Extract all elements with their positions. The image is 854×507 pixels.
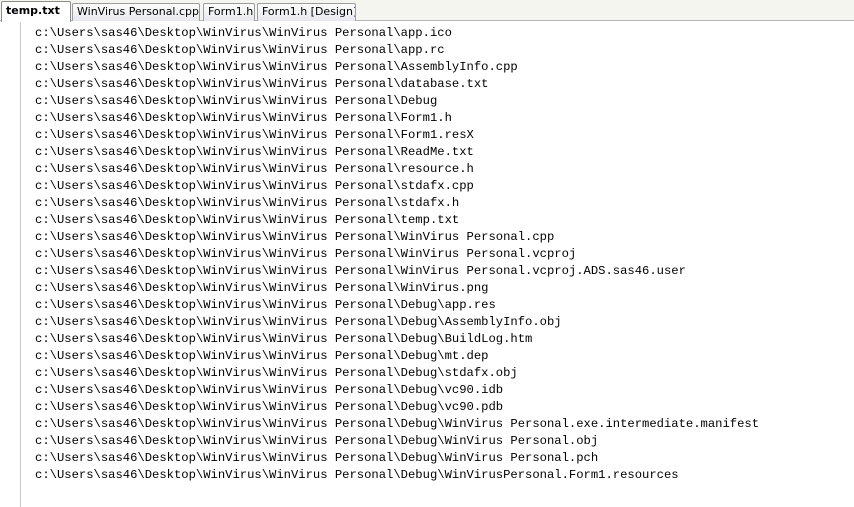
code-line[interactable]: c:\Users\sas46\Desktop\WinVirus\WinVirus… [35,450,854,467]
code-line[interactable]: c:\Users\sas46\Desktop\WinVirus\WinVirus… [35,110,854,127]
code-line[interactable]: c:\Users\sas46\Desktop\WinVirus\WinVirus… [35,331,854,348]
code-line[interactable]: c:\Users\sas46\Desktop\WinVirus\WinVirus… [35,161,854,178]
code-line[interactable]: c:\Users\sas46\Desktop\WinVirus\WinVirus… [35,433,854,450]
editor-gutter [0,21,21,507]
tab-form1-h-design[interactable]: Form1.h [Design] [257,3,356,21]
code-line[interactable]: c:\Users\sas46\Desktop\WinVirus\WinVirus… [35,42,854,59]
code-line[interactable]: c:\Users\sas46\Desktop\WinVirus\WinVirus… [35,382,854,399]
code-line[interactable]: c:\Users\sas46\Desktop\WinVirus\WinVirus… [35,365,854,382]
code-line[interactable]: c:\Users\sas46\Desktop\WinVirus\WinVirus… [35,314,854,331]
code-line[interactable]: c:\Users\sas46\Desktop\WinVirus\WinVirus… [35,246,854,263]
code-line[interactable]: c:\Users\sas46\Desktop\WinVirus\WinVirus… [35,229,854,246]
tab-temp-txt[interactable]: temp.txt [1,1,71,22]
code-line[interactable]: c:\Users\sas46\Desktop\WinVirus\WinVirus… [35,144,854,161]
document-tab-strip: temp.txt WinVirus Personal.cpp Form1.h F… [0,0,854,22]
text-editor-window: temp.txt WinVirus Personal.cpp Form1.h F… [0,0,854,507]
code-line[interactable]: c:\Users\sas46\Desktop\WinVirus\WinVirus… [35,59,854,76]
code-line[interactable]: c:\Users\sas46\Desktop\WinVirus\WinVirus… [35,399,854,416]
code-line[interactable]: c:\Users\sas46\Desktop\WinVirus\WinVirus… [35,416,854,433]
code-line[interactable]: c:\Users\sas46\Desktop\WinVirus\WinVirus… [35,297,854,314]
code-line[interactable]: c:\Users\sas46\Desktop\WinVirus\WinVirus… [35,263,854,280]
code-line[interactable]: c:\Users\sas46\Desktop\WinVirus\WinVirus… [35,178,854,195]
code-line[interactable]: c:\Users\sas46\Desktop\WinVirus\WinVirus… [35,195,854,212]
code-line[interactable]: c:\Users\sas46\Desktop\WinVirus\WinVirus… [35,348,854,365]
code-line[interactable]: c:\Users\sas46\Desktop\WinVirus\WinVirus… [35,467,854,484]
code-line[interactable]: c:\Users\sas46\Desktop\WinVirus\WinVirus… [35,25,854,42]
code-line[interactable]: c:\Users\sas46\Desktop\WinVirus\WinVirus… [35,127,854,144]
tab-form1-h[interactable]: Form1.h [203,3,255,21]
code-line[interactable]: c:\Users\sas46\Desktop\WinVirus\WinVirus… [35,280,854,297]
editor-text-area[interactable]: c:\Users\sas46\Desktop\WinVirus\WinVirus… [35,25,854,507]
tab-winvirus-personal-cpp[interactable]: WinVirus Personal.cpp [72,3,200,21]
editor-pane[interactable]: c:\Users\sas46\Desktop\WinVirus\WinVirus… [0,21,854,507]
code-line[interactable]: c:\Users\sas46\Desktop\WinVirus\WinVirus… [35,212,854,229]
code-line[interactable]: c:\Users\sas46\Desktop\WinVirus\WinVirus… [35,93,854,110]
code-lines: c:\Users\sas46\Desktop\WinVirus\WinVirus… [35,25,854,484]
code-line[interactable]: c:\Users\sas46\Desktop\WinVirus\WinVirus… [35,76,854,93]
